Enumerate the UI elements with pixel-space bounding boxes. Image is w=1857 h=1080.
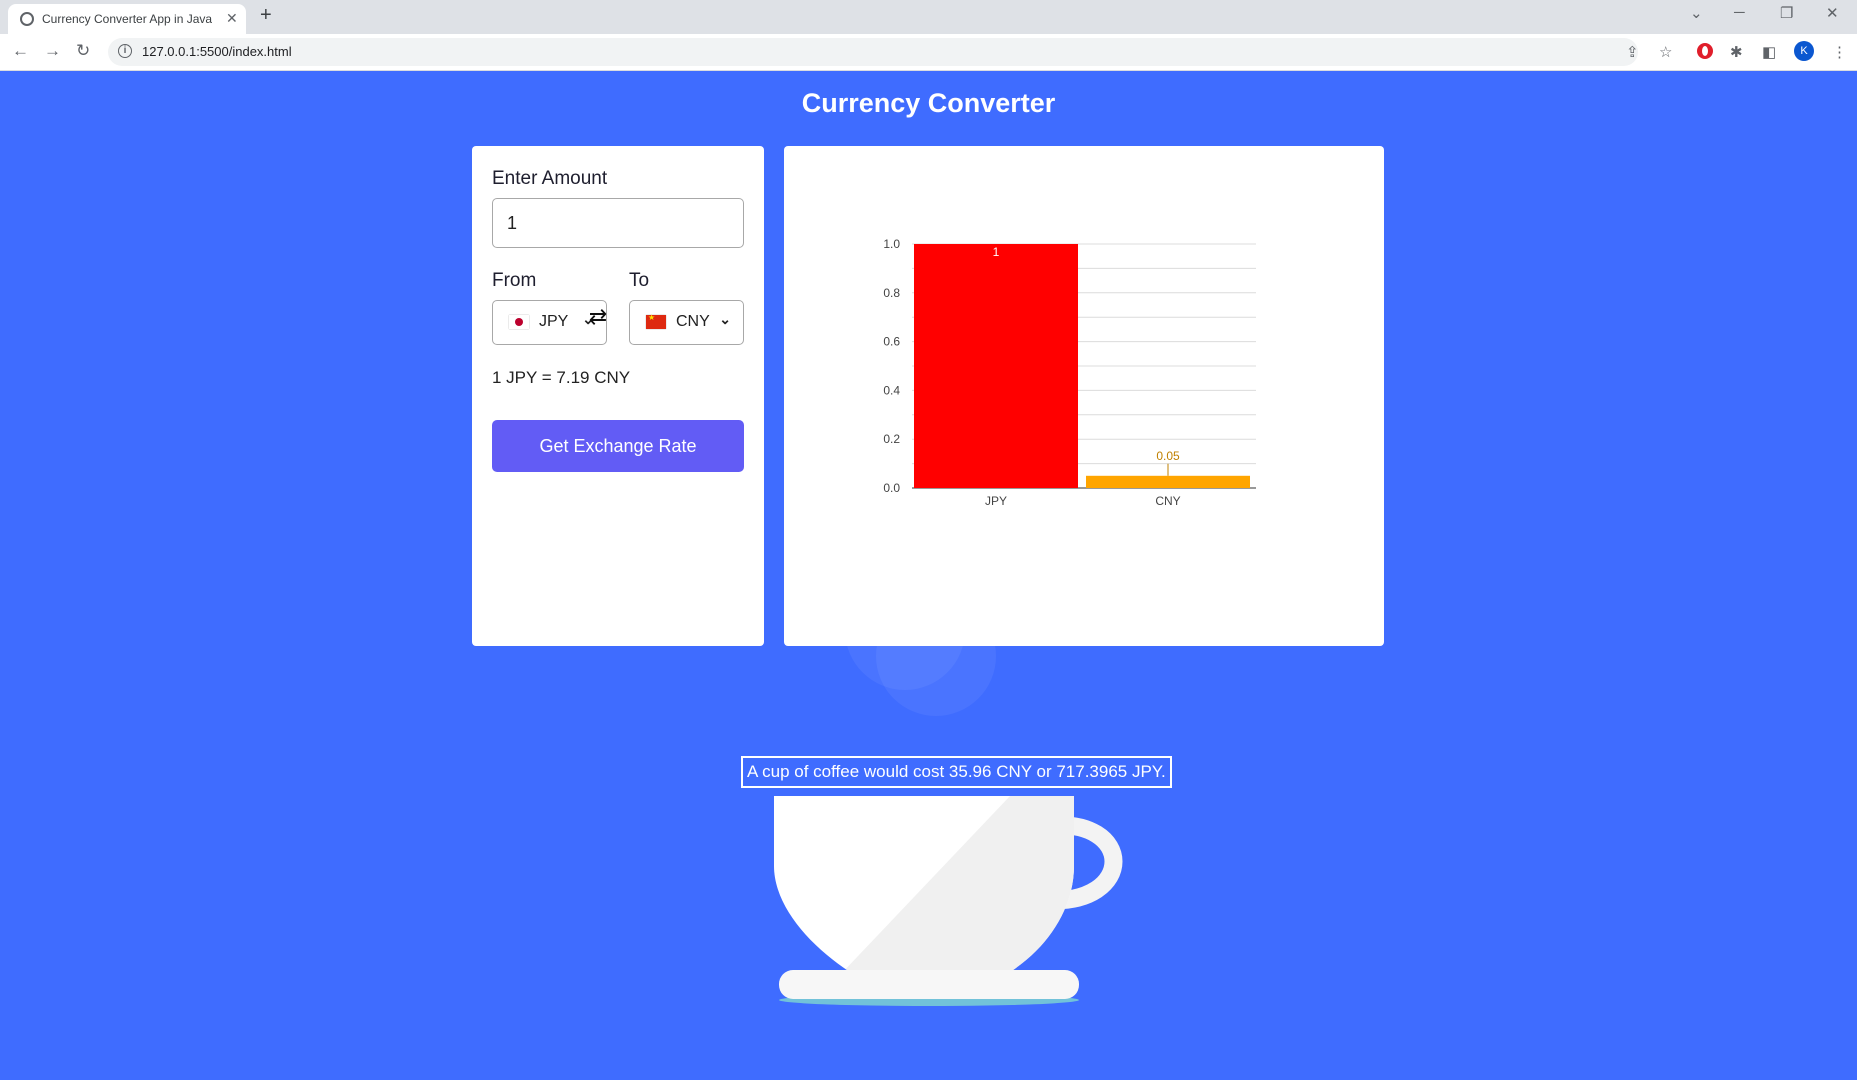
from-label: From (492, 270, 537, 291)
close-window-icon[interactable]: ✕ (1826, 4, 1839, 22)
to-label: To (629, 270, 650, 291)
decorative-bubble (876, 596, 996, 716)
info-icon[interactable]: i (118, 44, 132, 58)
y-tick-label: 0.8 (883, 286, 900, 300)
to-currency-code: CNY (676, 313, 710, 330)
amount-label: Enter Amount (492, 168, 608, 189)
coffee-cup-illustration (774, 796, 1123, 1006)
bookmark-star-icon[interactable]: ☆ (1659, 43, 1672, 61)
back-icon[interactable]: ← (12, 41, 29, 61)
reload-icon[interactable]: ↻ (76, 41, 90, 61)
bar-jpy (914, 244, 1078, 488)
x-tick-label: JPY (985, 494, 1007, 508)
chart-card: 0.0 0.2 0.4 0.6 0.8 1.0 1 JPY 0.05 CNY (784, 146, 1384, 646)
exchange-rate-chart: 0.0 0.2 0.4 0.6 0.8 1.0 1 JPY 0.05 CNY (883, 237, 1256, 508)
x-tick-label: CNY (1155, 494, 1180, 508)
y-tick-label: 0.4 (883, 383, 900, 397)
chevron-down-icon: ⌄ (719, 311, 731, 327)
from-currency-code: JPY (539, 313, 569, 330)
y-tick-label: 0.0 (883, 481, 900, 495)
avatar[interactable]: K (1794, 41, 1814, 61)
converter-card: Enter Amount From To JPY ⌄ ⇄ CNY ⌄ 1 JPY… (472, 146, 764, 646)
to-currency-select[interactable]: CNY ⌄ (629, 300, 744, 345)
data-label: 0.05 (1156, 449, 1180, 463)
japan-flag-icon (509, 315, 529, 329)
y-tick-label: 1.0 (883, 237, 900, 251)
bar-cny (1086, 475, 1250, 488)
get-exchange-rate-button[interactable]: Get Exchange Rate (492, 420, 744, 472)
china-flag-icon (646, 313, 666, 329)
restore-icon[interactable]: ❐ (1780, 4, 1793, 22)
share-icon[interactable]: ⇪ (1626, 43, 1639, 61)
menu-icon[interactable]: ⋮ (1832, 43, 1847, 61)
forward-icon[interactable]: → (44, 41, 61, 61)
exchange-rate-text: 1 JPY = 7.19 CNY (492, 368, 631, 387)
side-panel-icon[interactable]: ◧ (1762, 43, 1776, 61)
new-tab-icon[interactable]: + (260, 4, 272, 27)
coffee-cost-text: A cup of coffee would cost 35.96 CNY or … (741, 756, 1172, 788)
tab-title: Currency Converter App in JavaScript (42, 12, 212, 26)
page-title: Currency Converter (801, 88, 1056, 118)
opera-icon[interactable] (1697, 43, 1713, 59)
tab-search-icon[interactable]: ⌄ (1690, 4, 1703, 22)
browser-tab[interactable]: Currency Converter App in JavaScript ✕ (8, 4, 246, 34)
url-text: 127.0.0.1:5500/index.html (142, 44, 292, 59)
address-bar[interactable]: i 127.0.0.1:5500/index.html (108, 38, 1638, 66)
data-label: 1 (993, 245, 1000, 259)
y-tick-label: 0.2 (883, 432, 900, 446)
swap-icon[interactable]: ⇄ (585, 304, 611, 330)
globe-icon (20, 12, 34, 26)
browser-toolbar: ← → ↻ i 127.0.0.1:5500/index.html ⇪ ☆ ✱ … (0, 34, 1857, 71)
y-tick-label: 0.6 (883, 335, 900, 349)
amount-input[interactable] (492, 198, 744, 248)
browser-tab-bar: Currency Converter App in JavaScript ✕ +… (0, 0, 1857, 34)
minimize-icon[interactable]: ─ (1734, 4, 1745, 21)
close-tab-icon[interactable]: ✕ (226, 10, 238, 27)
extensions-icon[interactable]: ✱ (1730, 43, 1743, 61)
